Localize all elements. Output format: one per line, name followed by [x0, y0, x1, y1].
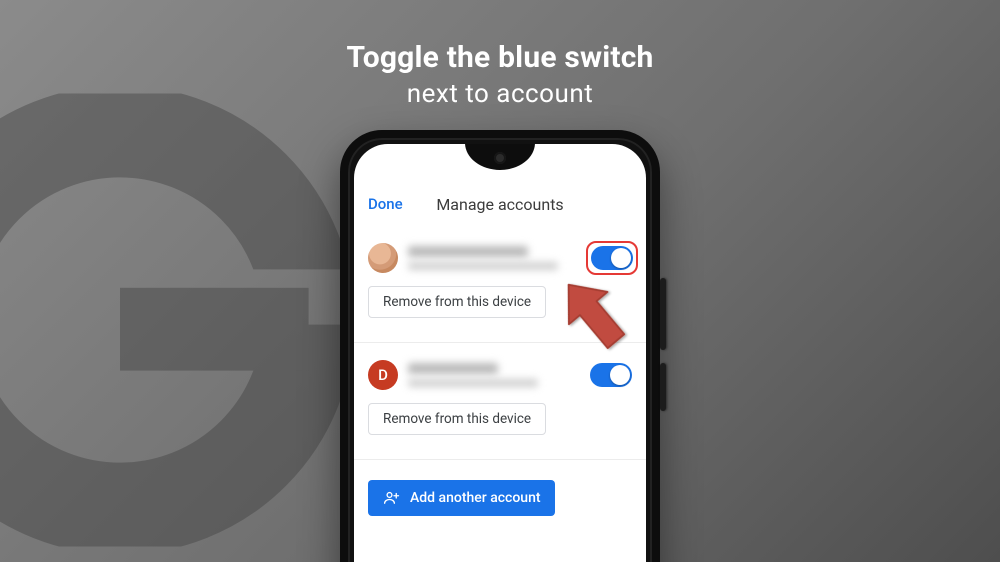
phone-screen: Done Manage accounts	[354, 144, 646, 562]
phone-side-button	[660, 363, 666, 411]
avatar: D	[368, 360, 398, 390]
page-title: Manage accounts	[368, 195, 632, 214]
person-add-icon	[382, 489, 400, 507]
background-google-g-icon	[0, 90, 350, 550]
account-item: D Remove from this device	[368, 355, 632, 447]
remove-from-device-button[interactable]: Remove from this device	[368, 403, 546, 435]
top-bar: Done Manage accounts	[368, 188, 632, 220]
add-account-label: Add another account	[410, 490, 541, 506]
divider	[354, 459, 646, 460]
divider	[354, 342, 646, 343]
remove-from-device-button[interactable]: Remove from this device	[368, 286, 546, 318]
account-info-redacted	[408, 246, 581, 270]
account-toggle[interactable]	[590, 363, 632, 387]
avatar	[368, 243, 398, 273]
phone-frame: Done Manage accounts	[340, 130, 660, 562]
account-toggle[interactable]	[591, 246, 633, 270]
highlight-box	[586, 241, 638, 275]
instruction-line-1: Toggle the blue switch	[0, 40, 1000, 75]
account-info-redacted	[408, 363, 580, 387]
instruction-line-2: next to account	[0, 79, 1000, 109]
camera-notch-icon	[465, 144, 535, 170]
manage-accounts-screen: Done Manage accounts	[354, 180, 646, 562]
avatar-letter: D	[378, 366, 388, 384]
instruction-heading: Toggle the blue switch next to account	[0, 40, 1000, 109]
add-another-account-button[interactable]: Add another account	[368, 480, 555, 516]
phone-side-button	[660, 278, 666, 350]
account-item: Remove from this device	[368, 238, 632, 330]
done-button[interactable]: Done	[368, 195, 403, 213]
